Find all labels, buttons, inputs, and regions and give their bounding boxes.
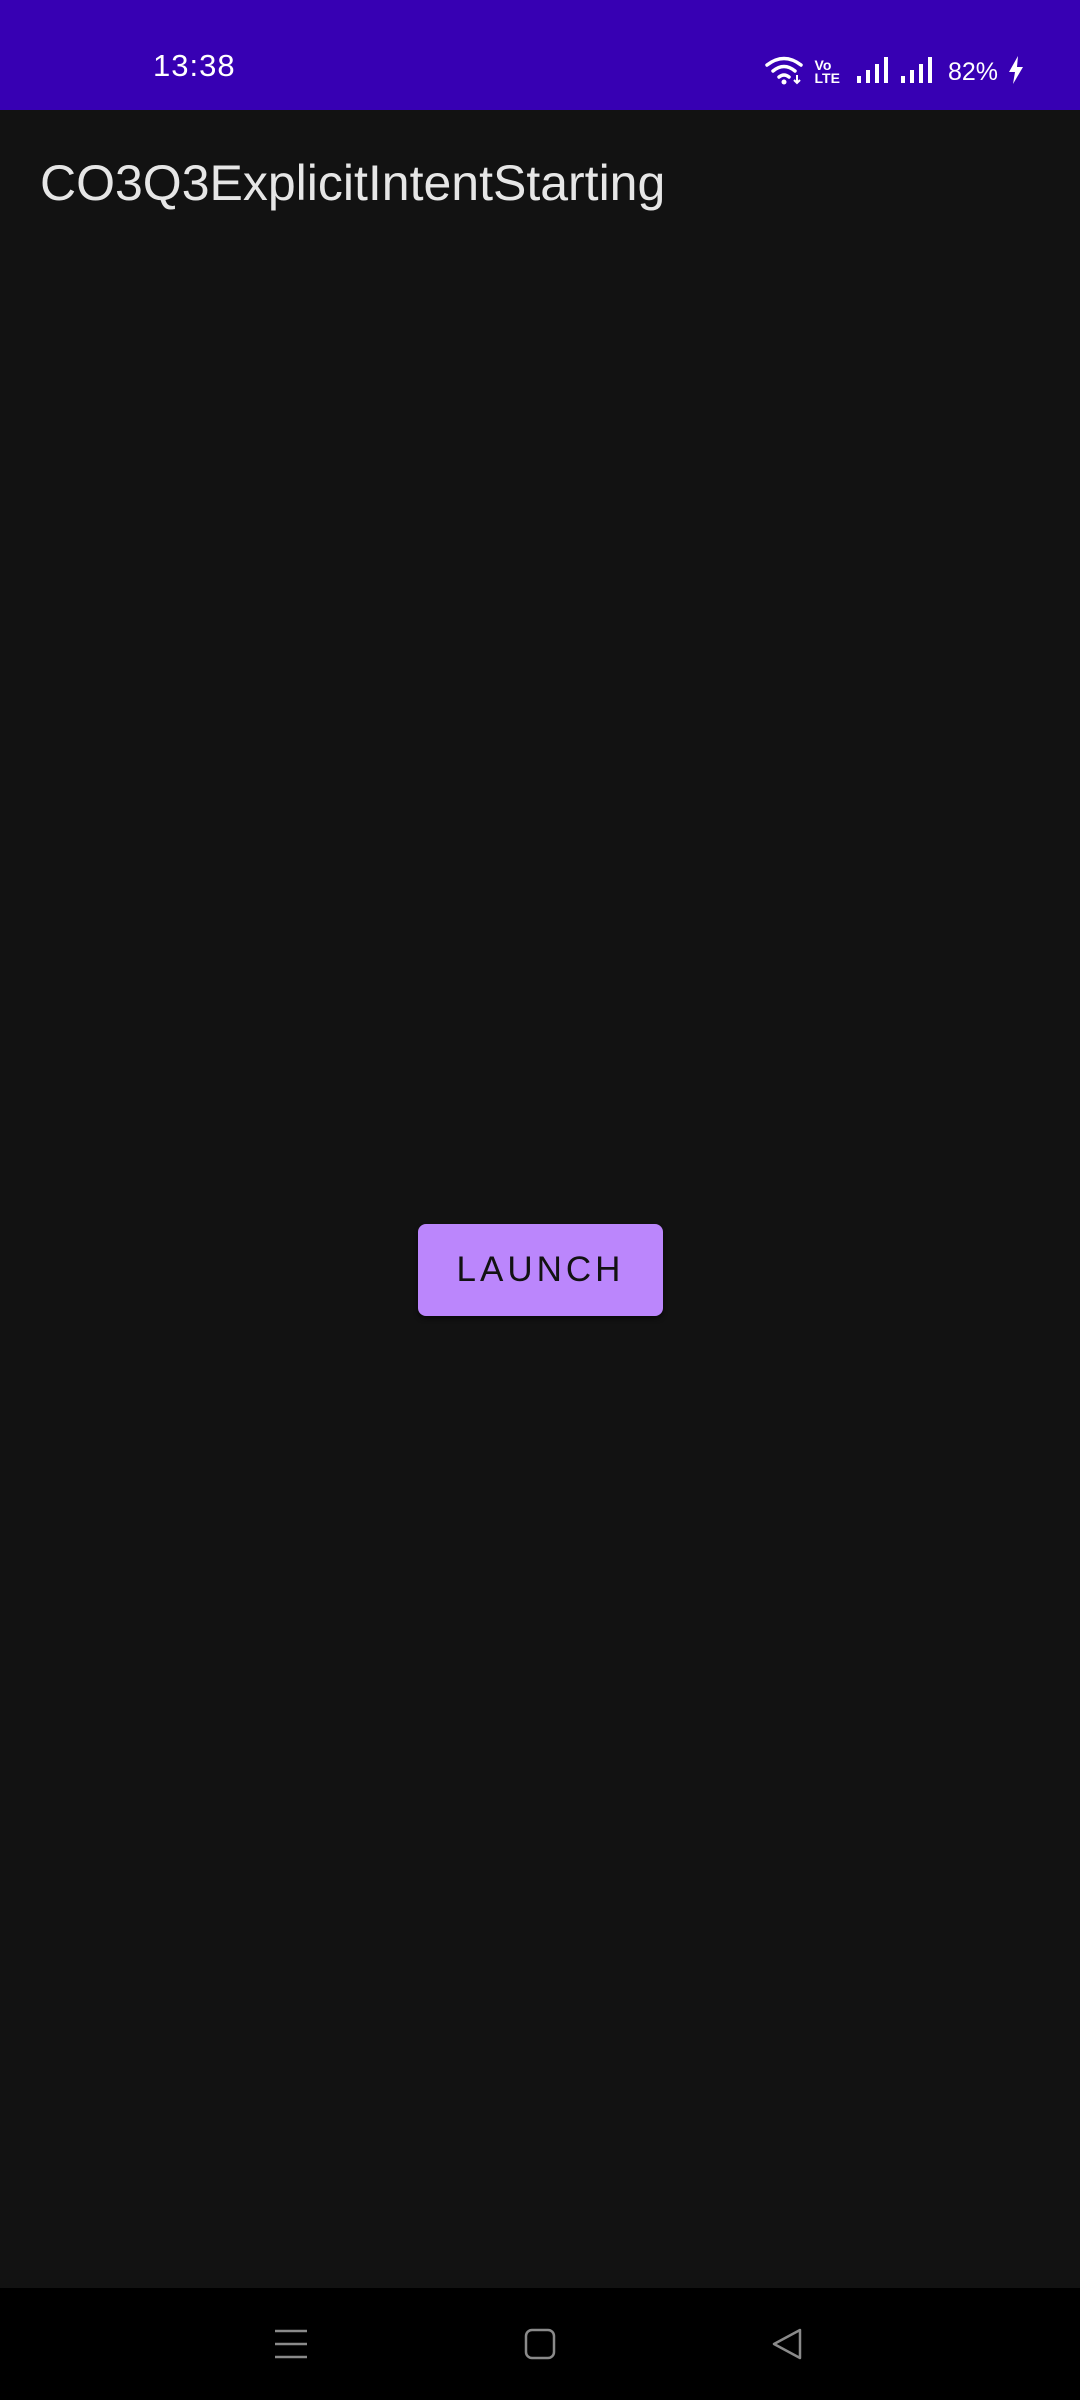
status-icons: Vo LTE 82% [764,54,1024,90]
home-icon [523,2327,557,2366]
battery-percent: 82% [947,57,998,86]
status-time: 13:38 [153,48,236,83]
menu-button[interactable] [261,2318,321,2374]
menu-icon [273,2327,309,2366]
app-bar: CO3Q3ExplicitIntentStarting [0,110,1080,258]
back-button[interactable] [757,2318,817,2374]
launch-button[interactable]: LAUNCH [418,1224,663,1316]
back-icon [770,2327,804,2366]
app-title: CO3Q3ExplicitIntentStarting [40,155,666,211]
volte-bottom-label: LTE [814,70,840,86]
signal-sim2-icon [900,56,934,89]
nav-bar [0,2288,1080,2400]
charging-bolt-icon [1008,55,1024,89]
wifi-icon [764,55,803,90]
volte-icon: Vo LTE [814,58,840,86]
status-bar: 13:38 Vo LTE 82% [0,0,1080,110]
signal-sim1-icon [856,56,890,89]
screen: 13:38 Vo LTE 82% CO3Q3ExplicitIntentStar… [0,0,1080,2400]
home-button[interactable] [510,2318,570,2374]
